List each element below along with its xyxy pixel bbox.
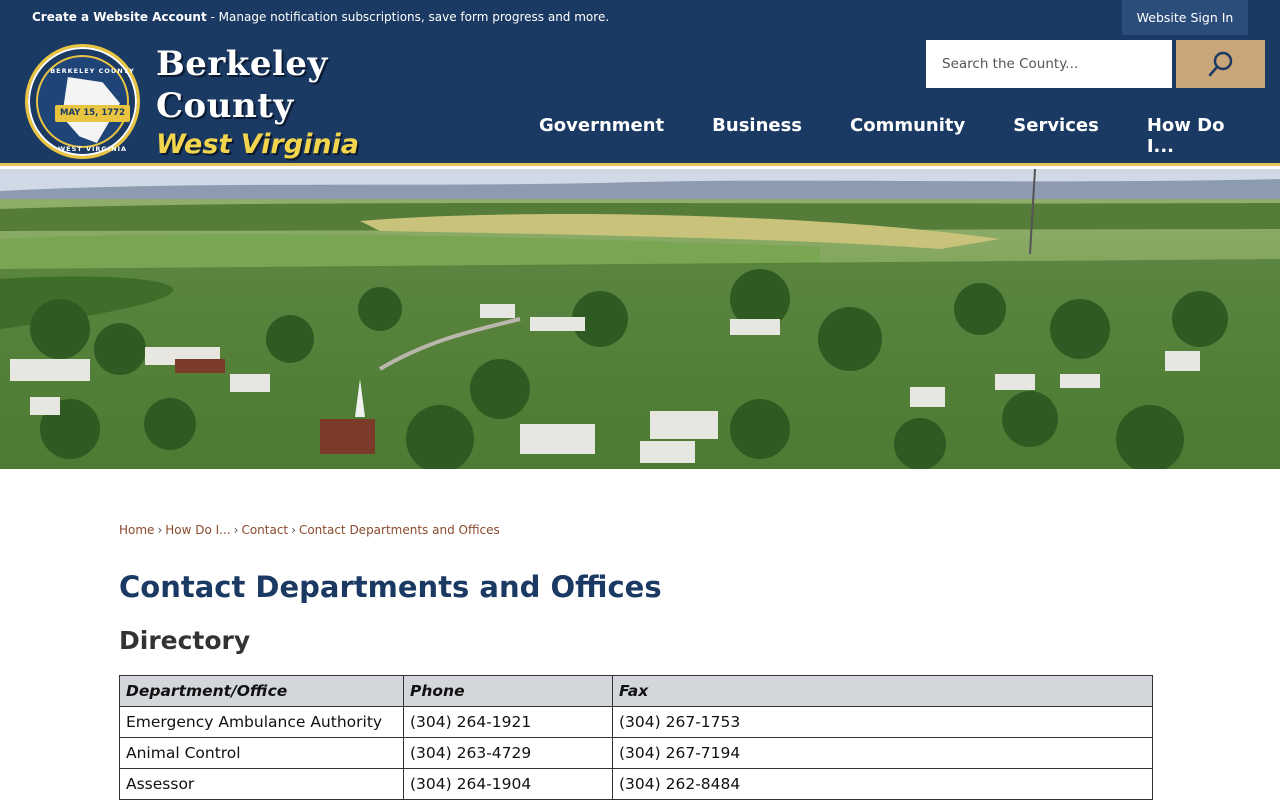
department-cell: Assessor: [119, 768, 404, 800]
phone-cell[interactable]: (304) 264-1904: [403, 768, 613, 800]
nav-community[interactable]: Community: [826, 115, 989, 157]
table-header-row: Department/Office Phone Fax: [119, 675, 1153, 707]
account-description: - Manage notification subscriptions, sav…: [206, 10, 610, 24]
directory-table: Department/Office Phone Fax Emergency Am…: [119, 675, 1153, 800]
department-cell: Emergency Ambulance Authority: [119, 706, 404, 738]
brand-line-2: County: [156, 86, 294, 126]
landscape-illustration: [0, 169, 1280, 469]
search-input[interactable]: [926, 40, 1172, 88]
breadcrumb-home[interactable]: Home: [119, 523, 154, 537]
create-account-link[interactable]: Create a Website Account: [32, 10, 207, 24]
fax-cell: (304) 267-7194: [612, 737, 1153, 769]
department-cell: Animal Control: [119, 737, 404, 769]
seal-top-text: BERKELEY COUNTY: [50, 67, 135, 75]
table-row: Animal Control (304) 263-4729 (304) 267-…: [119, 737, 1153, 769]
breadcrumb-current[interactable]: Contact Departments and Offices: [299, 523, 500, 537]
breadcrumb-separator: ›: [291, 523, 296, 537]
nav-government[interactable]: Government: [515, 115, 688, 157]
breadcrumb-separator: ›: [157, 523, 163, 537]
seal-date: MAY 15, 1772: [55, 105, 130, 122]
phone-cell[interactable]: (304) 264-1921: [403, 706, 613, 738]
breadcrumb-contact[interactable]: Contact: [241, 523, 288, 537]
search-button[interactable]: [1176, 40, 1265, 88]
brand-line-1: Berkeley: [156, 44, 328, 84]
breadcrumb-separator: ›: [233, 523, 239, 537]
search-icon: [1208, 51, 1232, 77]
page-title: Contact Departments and Offices: [119, 570, 662, 604]
fax-cell: (304) 267-1753: [612, 706, 1153, 738]
column-header-department: Department/Office: [119, 675, 404, 707]
utility-bar: Create a Website Account - Manage notifi…: [0, 0, 1280, 35]
account-message: Create a Website Account - Manage notifi…: [32, 10, 609, 24]
section-title-directory: Directory: [119, 626, 251, 655]
nav-services[interactable]: Services: [989, 115, 1123, 157]
breadcrumb-how-do-i[interactable]: How Do I...: [165, 523, 230, 537]
main-navigation: Government Business Community Services H…: [515, 115, 1280, 157]
county-seal-logo[interactable]: BERKELEY COUNTY MAY 15, 1772 WEST VIRGIN…: [25, 44, 140, 159]
table-row: Emergency Ambulance Authority (304) 264-…: [119, 706, 1153, 738]
table-row: Assessor (304) 264-1904 (304) 262-8484: [119, 768, 1153, 800]
nav-business[interactable]: Business: [688, 115, 826, 157]
column-header-phone: Phone: [403, 675, 613, 707]
seal-ring: BERKELEY COUNTY MAY 15, 1772 WEST VIRGIN…: [36, 55, 134, 153]
phone-cell[interactable]: (304) 263-4729: [403, 737, 613, 769]
seal-bottom-text: WEST VIRGINIA: [57, 145, 128, 153]
column-header-fax: Fax: [612, 675, 1153, 707]
site-brand[interactable]: Berkeley County West Virginia: [156, 43, 359, 163]
fax-cell: (304) 262-8484: [612, 768, 1153, 800]
breadcrumb: Home › How Do I... › Contact › Contact Departm…: [119, 523, 500, 537]
nav-how-do-i[interactable]: How Do I...: [1123, 115, 1280, 157]
brand-line-3: West Virginia: [156, 129, 360, 160]
hero-landscape-image: [0, 169, 1280, 469]
site-header: BERKELEY COUNTY MAY 15, 1772 WEST VIRGIN…: [0, 35, 1280, 166]
website-sign-in-button[interactable]: Website Sign In: [1122, 0, 1248, 35]
